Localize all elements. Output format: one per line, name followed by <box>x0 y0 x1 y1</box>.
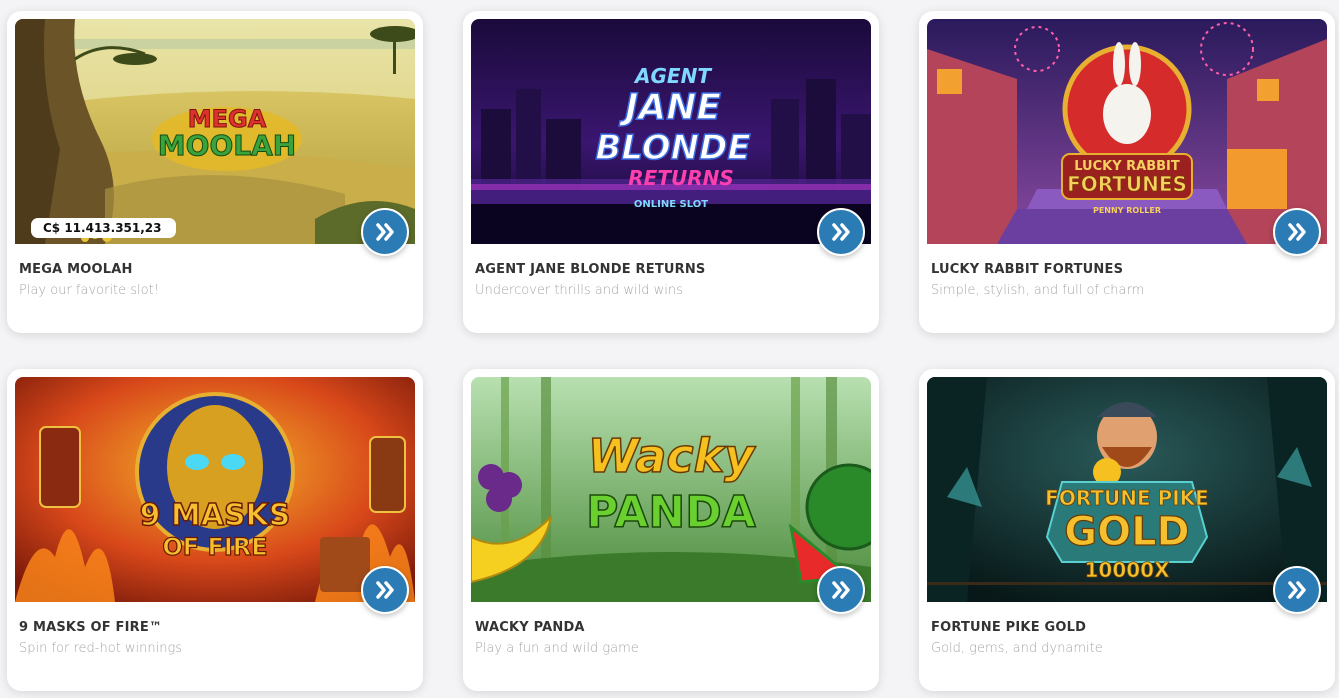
logo-text-line5: ONLINE SLOT <box>634 199 708 210</box>
logo-text-line2: FORTUNES <box>1067 172 1187 196</box>
double-chevron-right-icon <box>376 581 394 599</box>
double-chevron-right-icon <box>832 223 850 241</box>
game-card-wacky-panda[interactable]: Wacky PANDA WACKY PANDA Play a fun and w… <box>463 369 879 691</box>
double-chevron-right-icon <box>1288 223 1306 241</box>
double-chevron-right-icon <box>1288 581 1306 599</box>
play-button[interactable] <box>361 208 409 256</box>
game-subtitle: Play a fun and wild game <box>475 641 639 656</box>
logo-text-line2: JANE <box>619 87 721 128</box>
double-chevron-right-icon <box>832 581 850 599</box>
game-title: WACKY PANDA <box>475 620 585 635</box>
logo-text-line1: AGENT <box>633 64 712 88</box>
game-title: AGENT JANE BLONDE RETURNS <box>475 262 706 277</box>
play-button[interactable] <box>361 566 409 614</box>
game-card-fortune-pike-gold[interactable]: FORTUNE PIKE GOLD 10000X FORTUNE PIKE GO… <box>919 369 1335 691</box>
logo-text-line2: MOOLAH <box>158 129 296 162</box>
game-card-lucky-rabbit-fortunes[interactable]: LUCKY RABBIT FORTUNES PENNY ROLLER LUCKY… <box>919 11 1335 333</box>
game-thumbnail[interactable]: MEGA MOOLAH C$ 11.413.351,23 <box>15 19 415 244</box>
logo-text-line2: OF FIRE <box>162 533 267 561</box>
game-title: FORTUNE PIKE GOLD <box>931 620 1087 635</box>
game-card-agent-jane-blonde-returns[interactable]: AGENT JANE BLONDE RETURNS ONLINE SLOT AG… <box>463 11 879 333</box>
jackpot-amount: C$ 11.413.351,23 <box>31 218 176 238</box>
game-thumbnail[interactable]: LUCKY RABBIT FORTUNES PENNY ROLLER <box>927 19 1327 244</box>
logo-text-line4: RETURNS <box>628 166 734 190</box>
play-button[interactable] <box>817 566 865 614</box>
logo-text-line2: PANDA <box>586 487 756 538</box>
logo-text-line2: GOLD <box>1064 509 1190 555</box>
logo-text-line1: FORTUNE PIKE <box>1045 486 1209 510</box>
game-grid: MEGA MOOLAH C$ 11.413.351,23 MEGA MOOLAH… <box>0 0 1339 698</box>
game-subtitle: Simple, stylish, and full of charm <box>931 283 1145 298</box>
double-chevron-right-icon <box>376 223 394 241</box>
game-subtitle: Play our favorite slot! <box>19 283 159 298</box>
game-thumbnail[interactable]: Wacky PANDA <box>471 377 871 602</box>
logo-text-line1: 9 MASKS <box>140 498 291 533</box>
game-subtitle: Undercover thrills and wild wins <box>475 283 683 298</box>
logo-text-line3: PENNY ROLLER <box>1093 206 1161 215</box>
game-card-9-masks-of-fire[interactable]: 9 MASKS OF FIRE 9 MASKS OF FIRE™ Spin fo… <box>7 369 423 691</box>
game-title: 9 MASKS OF FIRE™ <box>19 620 163 635</box>
game-card-mega-moolah[interactable]: MEGA MOOLAH C$ 11.413.351,23 MEGA MOOLAH… <box>7 11 423 333</box>
game-title: MEGA MOOLAH <box>19 262 133 277</box>
logo-text-line3: 10000X <box>1085 558 1171 582</box>
logo-text-line3: BLONDE <box>595 128 750 168</box>
game-subtitle: Gold, gems, and dynamite <box>931 641 1103 656</box>
play-button[interactable] <box>817 208 865 256</box>
play-button[interactable] <box>1273 566 1321 614</box>
game-thumbnail[interactable]: AGENT JANE BLONDE RETURNS ONLINE SLOT <box>471 19 871 244</box>
play-button[interactable] <box>1273 208 1321 256</box>
game-subtitle: Spin for red-hot winnings <box>19 641 183 656</box>
game-title: LUCKY RABBIT FORTUNES <box>931 262 1124 277</box>
game-thumbnail[interactable]: 9 MASKS OF FIRE <box>15 377 415 602</box>
game-thumbnail[interactable]: FORTUNE PIKE GOLD 10000X <box>927 377 1327 602</box>
logo-text-line1: Wacky <box>588 429 757 483</box>
